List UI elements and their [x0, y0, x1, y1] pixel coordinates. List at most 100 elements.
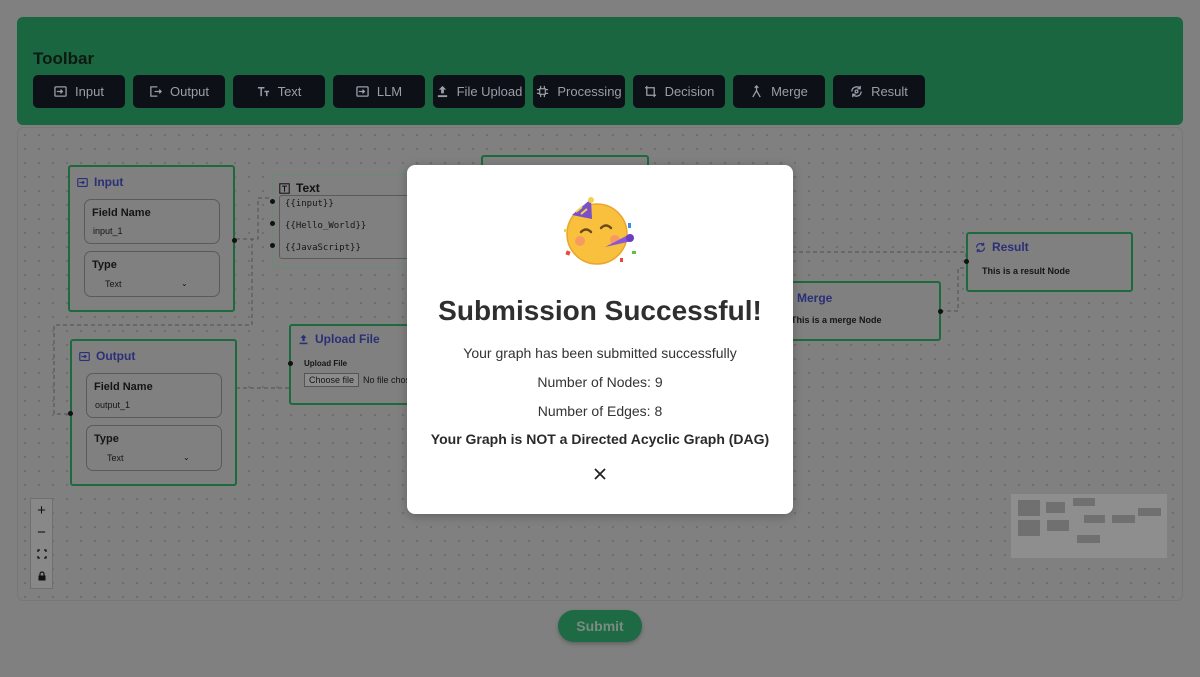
field-name-input[interactable]: Field Name input_1	[84, 199, 220, 244]
toolbar-button-llm[interactable]: LLM	[333, 75, 425, 108]
target-handle[interactable]	[270, 243, 275, 248]
text-icon	[257, 87, 269, 97]
close-button[interactable]	[591, 465, 609, 483]
merge-node-header: Merge	[797, 291, 832, 305]
field-name-label: Field Name	[92, 207, 151, 219]
minimap-node	[1084, 515, 1105, 523]
output-node-header: Output	[79, 349, 135, 363]
dag-status: Your Graph is NOT a Directed Acyclic Gra…	[430, 431, 770, 447]
text-line: {{Hello_World}}	[285, 221, 367, 231]
node-count: Number of Nodes: 9	[537, 374, 663, 390]
field-name-label: Field Name	[94, 381, 153, 393]
minimap-node	[1018, 500, 1040, 516]
type-label: Type	[94, 433, 119, 445]
field-name-value: output_1	[95, 400, 131, 410]
toolbar-button-merge[interactable]: Merge	[733, 75, 825, 108]
minimap-node	[1018, 520, 1040, 536]
minimap[interactable]	[1011, 494, 1167, 558]
zoom-controls: + −	[30, 498, 53, 589]
toolbar-button-file-upload[interactable]: File Upload	[433, 75, 525, 108]
minimap-node	[1138, 508, 1161, 516]
success-modal: Submission Successful! Your graph has be…	[407, 165, 793, 514]
partying-face-emoji	[564, 197, 636, 265]
toolbar-button-input[interactable]: Input	[33, 75, 125, 108]
target-handle[interactable]	[68, 411, 73, 416]
choose-file-button[interactable]: Choose file	[304, 373, 360, 387]
edge	[236, 197, 274, 240]
field-name-value: input_1	[93, 226, 123, 236]
upload-icon	[299, 334, 308, 344]
target-handle[interactable]	[288, 361, 293, 366]
minimap-node	[1047, 520, 1069, 531]
edge	[940, 267, 966, 312]
source-handle[interactable]	[232, 238, 237, 243]
result-node-body: This is a result Node	[982, 266, 1071, 276]
text-node-icon	[279, 182, 290, 194]
type-select[interactable]: Type Text ⌄	[86, 425, 222, 471]
toolbar-button-label: Decision	[664, 84, 715, 99]
toolbar-button-decision[interactable]: Decision	[633, 75, 725, 108]
toolbar-title: Toolbar	[33, 49, 95, 68]
target-handle[interactable]	[270, 199, 275, 204]
chevron-down-icon: ⌄	[181, 279, 188, 288]
input-icon	[77, 177, 88, 187]
result-node[interactable]: Result This is a result Node	[964, 232, 1133, 292]
toolbar-button-result[interactable]: Result	[833, 75, 925, 108]
toolbar-button-label: Input	[75, 84, 104, 99]
type-value: Text	[105, 279, 122, 289]
text-line: {{input}}	[285, 199, 334, 209]
toolbar-button-label: Merge	[771, 84, 808, 99]
input-icon	[54, 86, 67, 97]
toolbar: Toolbar Input Output Text LLM File Uploa…	[17, 17, 1183, 125]
minimap-node	[1112, 515, 1135, 523]
text-node-title: Text	[296, 181, 320, 195]
target-handle[interactable]	[964, 259, 969, 264]
edge-count: Number of Edges: 8	[537, 403, 663, 419]
minimap-node	[1077, 535, 1100, 543]
toolbar-button-label: Text	[277, 84, 302, 99]
close-icon	[594, 468, 606, 480]
toolbar-button-label: Processing	[557, 84, 622, 99]
merge-icon	[752, 85, 761, 98]
output-icon	[79, 351, 90, 361]
field-name-output[interactable]: Field Name output_1	[86, 373, 222, 418]
decision-icon	[644, 85, 656, 98]
source-handle[interactable]	[938, 309, 943, 314]
merge-node-body: This is a merge Node	[791, 315, 882, 325]
upload-node-title: Upload File	[315, 332, 380, 346]
result-node-header: Result	[975, 240, 1029, 254]
toolbar-button-label: LLM	[376, 84, 403, 99]
zoom-in-button[interactable]: +	[31, 499, 52, 521]
upload-icon	[437, 85, 447, 98]
target-handle[interactable]	[270, 221, 275, 226]
type-select[interactable]: Type Text ⌄	[84, 251, 220, 297]
lock-button[interactable]	[31, 565, 52, 587]
toolbar-button-label: File Upload	[456, 84, 523, 99]
input-node-title: Input	[94, 175, 124, 189]
edge	[236, 364, 291, 389]
type-label: Type	[92, 259, 117, 271]
toolbar-button-output[interactable]: Output	[133, 75, 225, 108]
result-node-title: Result	[992, 240, 1029, 254]
upload-node-header: Upload File	[298, 332, 380, 346]
input-node[interactable]: Input Field Name input_1 Type Text ⌄	[68, 165, 237, 312]
toolbar-button-text[interactable]: Text	[233, 75, 325, 108]
toolbar-button-label: Output	[169, 84, 210, 99]
output-node[interactable]: Output Field Name output_1 Type Text ⌄	[68, 339, 237, 486]
input-node-header: Input	[77, 175, 123, 189]
text-node-header: Text	[279, 181, 320, 195]
result-icon	[975, 242, 986, 252]
toolbar-button-processing[interactable]: Processing	[533, 75, 625, 108]
processing-icon	[537, 85, 549, 98]
fit-view-button[interactable]	[31, 543, 52, 565]
output-icon	[150, 86, 162, 97]
minimap-node	[1046, 502, 1065, 513]
text-line: {{JavaScript}}	[285, 243, 361, 253]
type-value: Text	[107, 453, 124, 463]
zoom-out-button[interactable]: −	[31, 521, 52, 543]
submit-button[interactable]: Submit	[558, 610, 642, 642]
llm-icon	[356, 86, 369, 97]
modal-title: Submission Successful!	[438, 295, 762, 326]
merge-node[interactable]: Merge This is a merge Node	[778, 281, 943, 341]
minimap-node	[1073, 498, 1095, 506]
